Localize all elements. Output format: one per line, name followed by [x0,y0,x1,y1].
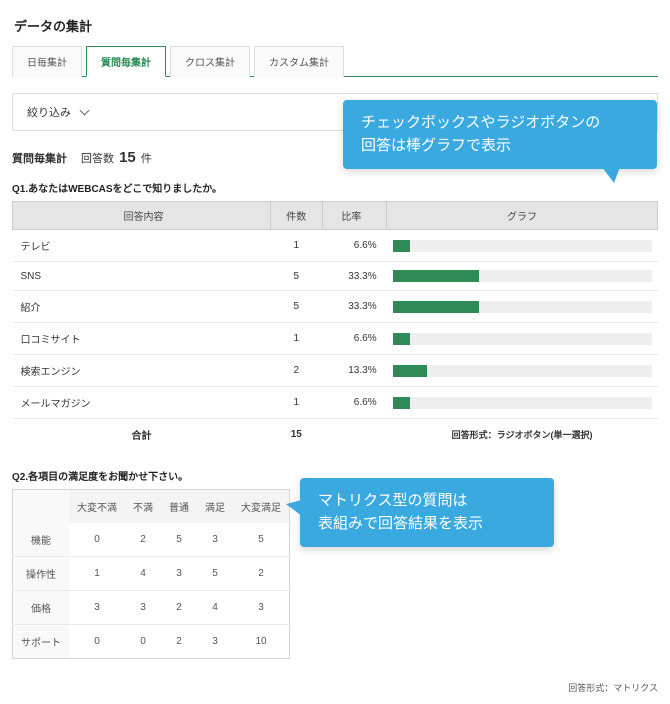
q1-th-count: 件数 [271,202,323,230]
answer-bar [387,323,658,355]
table-row: 口コミサイト16.6% [13,323,658,355]
matrix-row: 操作性14352 [13,557,290,591]
q2-answer-type: 回答形式：マトリクス [12,681,658,694]
matrix-cell: 2 [161,625,197,659]
matrix-cell: 0 [69,523,125,557]
answer-bar [387,262,658,291]
total-label: 合計 [13,419,271,451]
total-count: 15 [271,419,323,451]
matrix-cell: 5 [197,557,233,591]
tab-0[interactable]: 日毎集計 [12,46,82,77]
matrix-col-header: 満足 [197,490,233,524]
matrix-cell: 3 [125,591,161,625]
matrix-cell: 1 [69,557,125,591]
tab-3[interactable]: カスタム集計 [254,46,344,77]
table-row: 紹介533.3% [13,291,658,323]
matrix-cell: 0 [125,625,161,659]
chevron-down-icon [80,106,90,116]
q2-matrix: 大変不満不満普通満足大変満足機能02535操作性14352価格33243サポート… [12,489,290,659]
q1-answer-type: 回答形式：ラジオボタン(単一選択) [387,419,658,451]
answer-label: メールマガジン [13,387,271,419]
matrix-row: 機能02535 [13,523,290,557]
answer-count: 1 [271,323,323,355]
matrix-cell: 2 [233,557,290,591]
matrix-cell: 3 [197,523,233,557]
matrix-cell: 3 [197,625,233,659]
matrix-cell: 3 [69,591,125,625]
table-row: メールマガジン16.6% [13,387,658,419]
matrix-cell: 10 [233,625,290,659]
answer-ratio: 6.6% [322,323,387,355]
summary-label: 質問毎集計 [12,150,67,166]
matrix-col-header: 普通 [161,490,197,524]
q1-total-row: 合計15 回答形式：ラジオボタン(単一選択) [13,419,658,451]
answer-count: 1 [271,230,323,262]
q1-th-graph: グラフ [387,202,658,230]
matrix-cell: 3 [233,591,290,625]
q1-title: Q1.あなたはWEBCASをどこで知りましたか。 [12,180,658,195]
table-row: テレビ16.6% [13,230,658,262]
page-title: データの集計 [12,10,658,45]
answer-label: SNS [13,262,271,291]
answer-ratio: 33.3% [322,262,387,291]
matrix-row: サポート002310 [13,625,290,659]
answer-label: テレビ [13,230,271,262]
table-row: SNS533.3% [13,262,658,291]
matrix-cell: 2 [125,523,161,557]
answer-ratio: 13.3% [322,355,387,387]
answer-label: 検索エンジン [13,355,271,387]
answer-count: 1 [271,387,323,419]
answer-label: 紹介 [13,291,271,323]
matrix-cell: 5 [233,523,290,557]
answer-count: 5 [271,262,323,291]
matrix-cell: 0 [69,625,125,659]
callout-matrix: マトリクス型の質問は 表組みで回答結果を表示 [300,478,554,547]
answer-bar [387,291,658,323]
matrix-cell: 4 [197,591,233,625]
q1-table: 回答内容 件数 比率 グラフ テレビ16.6%SNS533.3%紹介533.3%… [12,201,658,450]
table-row: 検索エンジン213.3% [13,355,658,387]
q1-th-ratio: 比率 [322,202,387,230]
matrix-row-header: サポート [13,625,70,659]
answer-ratio: 6.6% [322,387,387,419]
answer-count: 5 [271,291,323,323]
matrix-cell: 4 [125,557,161,591]
matrix-col-header: 不満 [125,490,161,524]
matrix-cell: 5 [161,523,197,557]
matrix-row-header: 価格 [13,591,70,625]
answer-bar [387,230,658,262]
matrix-row: 価格33243 [13,591,290,625]
q1-th-answer: 回答内容 [13,202,271,230]
answer-count: 2 [271,355,323,387]
answer-ratio: 6.6% [322,230,387,262]
answer-label: 口コミサイト [13,323,271,355]
matrix-row-header: 操作性 [13,557,70,591]
matrix-cell: 3 [161,557,197,591]
filter-label: 絞り込み [27,104,71,120]
callout-tail-icon [286,500,302,520]
matrix-cell: 2 [161,591,197,625]
tab-2[interactable]: クロス集計 [170,46,250,77]
tab-1[interactable]: 質問毎集計 [86,46,166,77]
matrix-col-header: 大変不満 [69,490,125,524]
answer-ratio: 33.3% [322,291,387,323]
answer-bar [387,355,658,387]
matrix-row-header: 機能 [13,523,70,557]
summary-count: 回答数 15 件 [81,149,152,166]
matrix-col-header: 大変満足 [233,490,290,524]
answer-bar [387,387,658,419]
callout-bargraph: チェックボックスやラジオボタンの 回答は棒グラフで表示 [343,100,657,169]
tabs: 日毎集計質問毎集計クロス集計カスタム集計 [12,45,658,77]
